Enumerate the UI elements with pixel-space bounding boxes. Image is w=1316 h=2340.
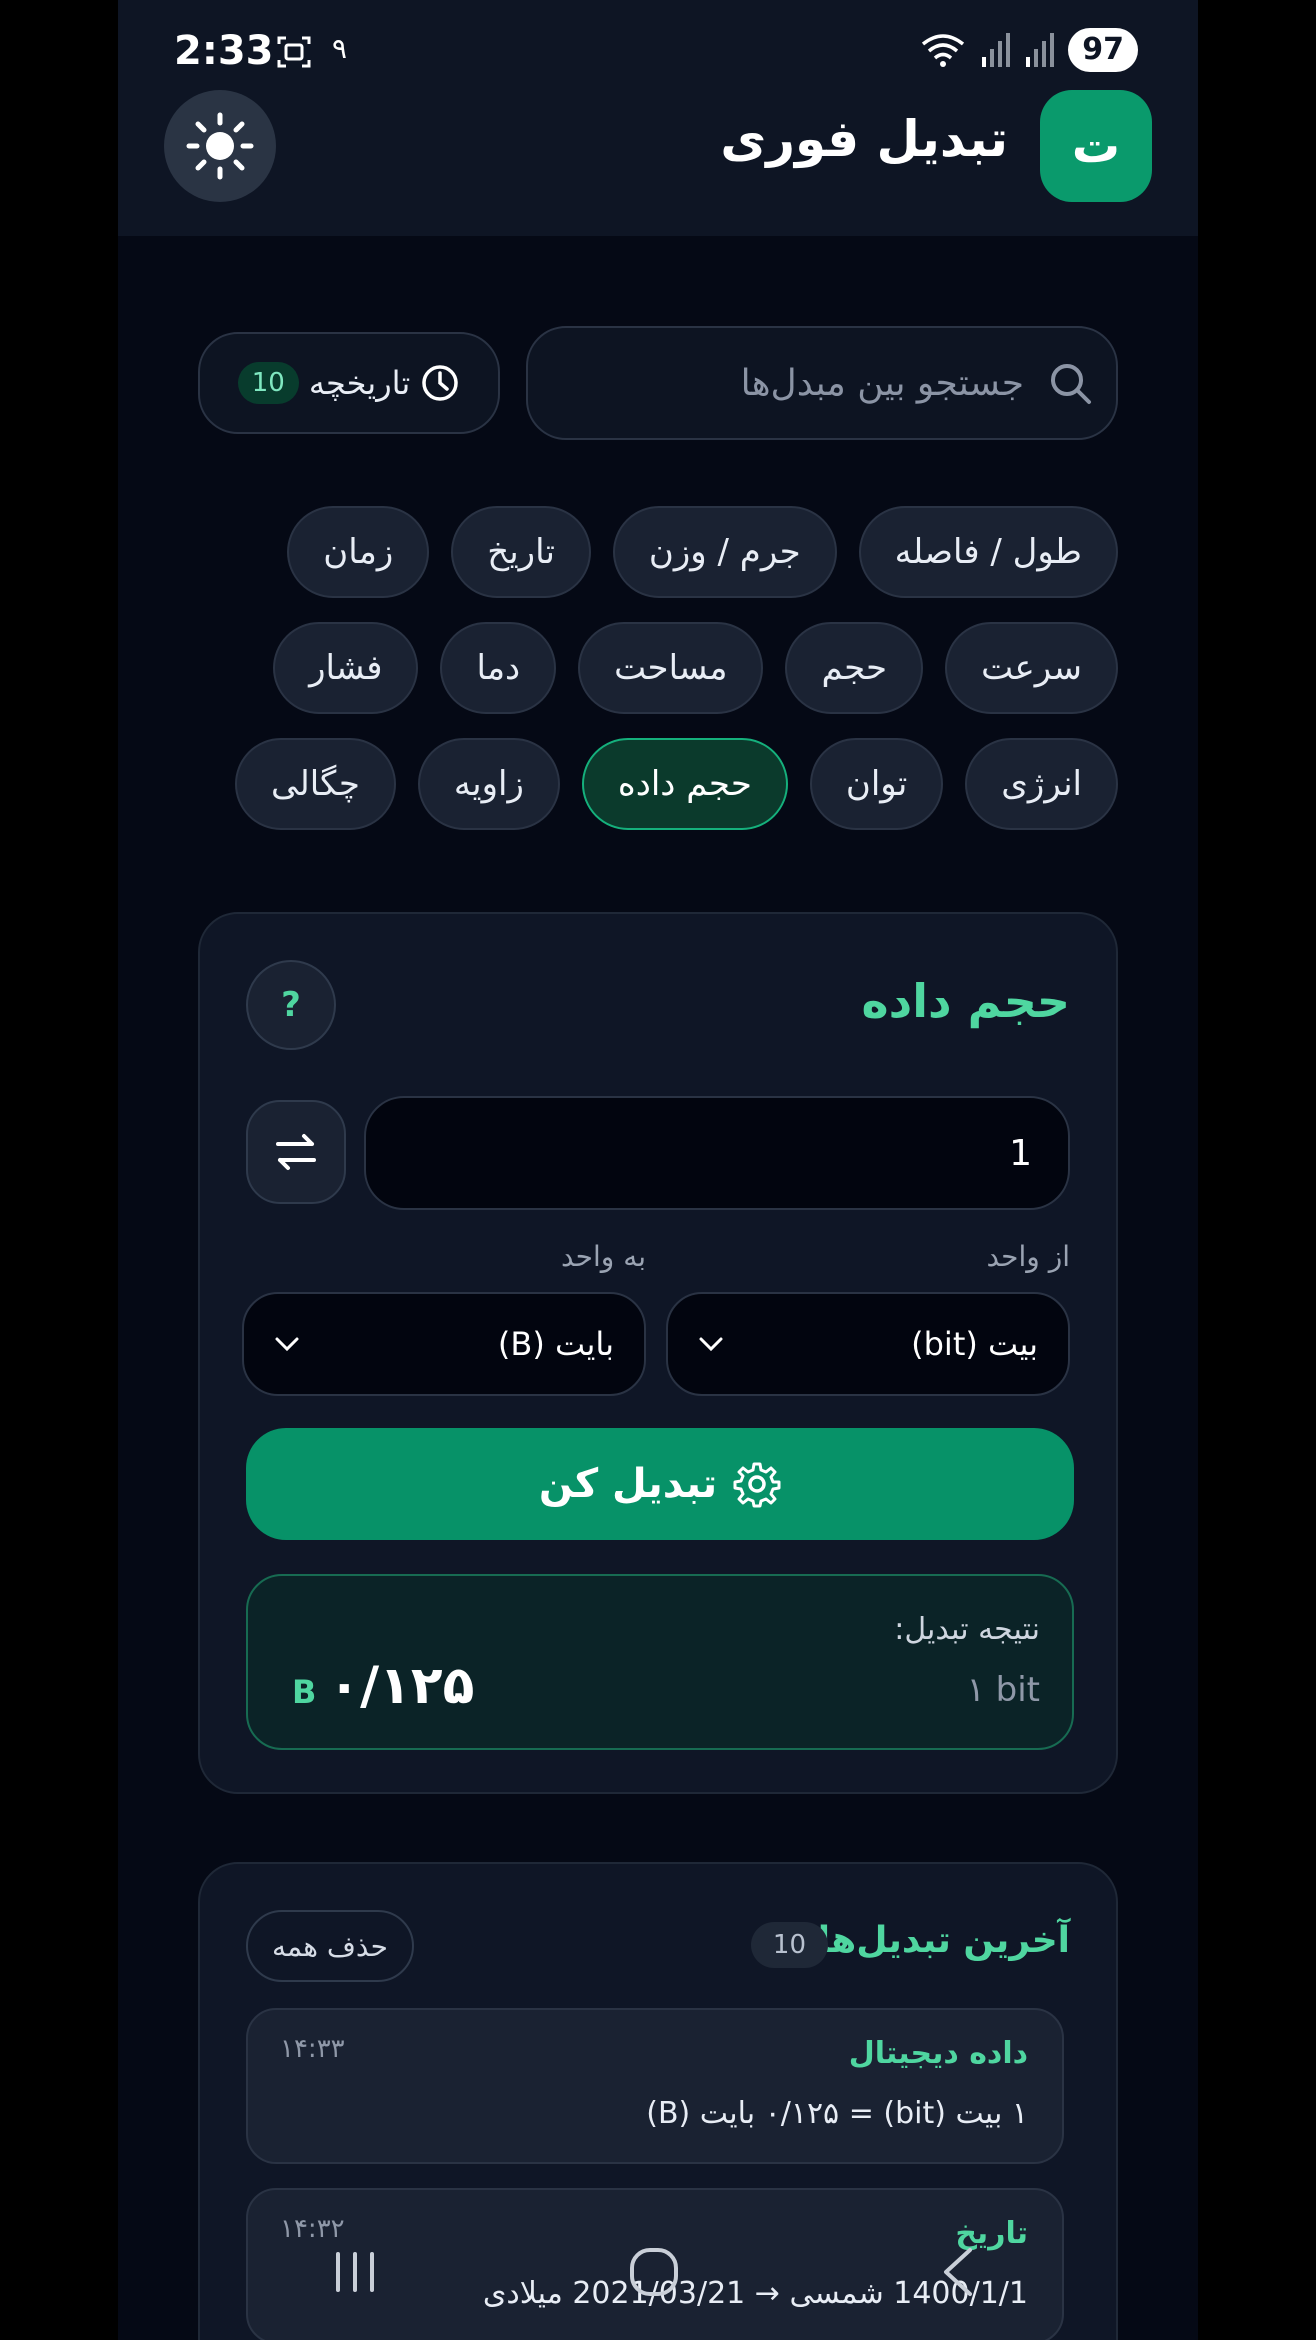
category-chips: طول / فاصله جرم / وزن تاریخ زمان سرعت حج… xyxy=(194,506,1118,830)
theme-toggle-button[interactable] xyxy=(164,90,276,202)
result-label: نتیجه تبدیل: xyxy=(894,1612,1040,1647)
chip-temperature[interactable]: دما xyxy=(440,622,557,714)
result-output: B ۰/۱۲۵ xyxy=(292,1656,474,1716)
value-input[interactable] xyxy=(364,1096,1070,1210)
recent-count-badge: 10 xyxy=(750,1922,828,1968)
history-button[interactable]: تاریخچه 10 xyxy=(198,332,500,434)
chevron-down-icon xyxy=(275,1337,299,1352)
app-title: تبدیل فوری xyxy=(720,110,1008,168)
chip-pressure[interactable]: فشار xyxy=(273,622,419,714)
recent-item-time: ۱۴:۳۲ xyxy=(280,2214,345,2244)
recent-title: آخرین تبدیل‌ها xyxy=(817,1920,1070,1961)
signal-icon-2 xyxy=(1026,33,1055,67)
convert-button[interactable]: تبدیل کن xyxy=(246,1428,1074,1540)
help-button[interactable]: ? xyxy=(246,960,336,1050)
convert-button-label: تبدیل کن xyxy=(538,1461,718,1507)
top-bar: 2:33 ۹ 97 تبدیل فوری ت xyxy=(118,0,1198,236)
chevron-down-icon xyxy=(699,1337,723,1352)
clock-icon xyxy=(422,365,459,401)
history-count-badge: 10 xyxy=(237,362,299,404)
chip-angle[interactable]: زاویه xyxy=(417,738,560,830)
battery-indicator: 97 xyxy=(1068,28,1138,72)
search-box[interactable] xyxy=(526,326,1118,440)
search-input[interactable] xyxy=(572,361,1026,405)
recent-apps-nav-icon[interactable] xyxy=(330,2250,380,2294)
chip-area[interactable]: مساحت xyxy=(578,622,764,714)
recent-item-title: داده دیجیتال xyxy=(848,2036,1028,2071)
chip-speed[interactable]: سرعت xyxy=(945,622,1118,714)
home-nav-icon[interactable] xyxy=(628,2246,680,2298)
app-screen: 2:33 ۹ 97 xyxy=(118,0,1198,2340)
chip-time[interactable]: زمان xyxy=(287,506,430,598)
gear-icon xyxy=(733,1462,781,1508)
status-icons: 97 xyxy=(920,28,1138,72)
status-extra: ۹ xyxy=(332,32,348,65)
from-unit-label: از واحد xyxy=(986,1240,1070,1273)
chip-mass[interactable]: جرم / وزن xyxy=(612,506,837,598)
to-unit-label: به واحد xyxy=(560,1240,646,1273)
chip-length[interactable]: طول / فاصله xyxy=(858,506,1118,598)
wifi-icon xyxy=(922,34,965,67)
result-input-value: ۱ bit xyxy=(966,1670,1040,1710)
clear-all-button[interactable]: حذف همه xyxy=(246,1910,414,1982)
to-unit-value: بایت (B) xyxy=(497,1325,614,1363)
result-number: ۰/۱۲۵ xyxy=(328,1656,475,1716)
chip-density[interactable]: چگالی xyxy=(235,738,396,830)
chip-power[interactable]: توان xyxy=(809,738,944,830)
history-label: تاریخچه xyxy=(308,364,411,402)
chip-data-size[interactable]: حجم داده xyxy=(581,738,788,830)
back-nav-icon[interactable] xyxy=(938,2246,978,2298)
search-icon xyxy=(1051,364,1091,404)
swap-units-button[interactable] xyxy=(246,1100,346,1204)
to-unit-select[interactable]: بایت (B) xyxy=(242,1292,646,1396)
screenshot-icon xyxy=(277,36,311,68)
status-time: 2:33 xyxy=(174,28,274,74)
signal-icon xyxy=(982,33,1011,67)
result-box: نتیجه تبدیل: ۱ bit B ۰/۱۲۵ xyxy=(246,1574,1074,1750)
converter-card: حجم داده ? از واحد به واحد بیت (bit) بای… xyxy=(198,912,1118,1794)
chip-energy[interactable]: انرژی xyxy=(965,738,1118,830)
recent-item-detail: ۱ بیت (bit) = ۰/۱۲۵ بایت (B) xyxy=(646,2096,1028,2131)
chip-volume[interactable]: حجم xyxy=(785,622,924,714)
result-unit: B xyxy=(292,1673,317,1711)
recent-item-time: ۱۴:۳۳ xyxy=(280,2034,345,2064)
swap-icon xyxy=(276,1134,316,1170)
sun-icon xyxy=(186,112,254,180)
from-unit-value: بیت (bit) xyxy=(911,1325,1038,1363)
converter-title: حجم داده xyxy=(861,974,1070,1028)
from-unit-select[interactable]: بیت (bit) xyxy=(666,1292,1070,1396)
recent-item[interactable]: داده دیجیتال ۱۴:۳۳ ۱ بیت (bit) = ۰/۱۲۵ ب… xyxy=(246,2008,1064,2164)
chip-date[interactable]: تاریخ xyxy=(451,506,591,598)
app-logo: ت xyxy=(1040,90,1152,202)
